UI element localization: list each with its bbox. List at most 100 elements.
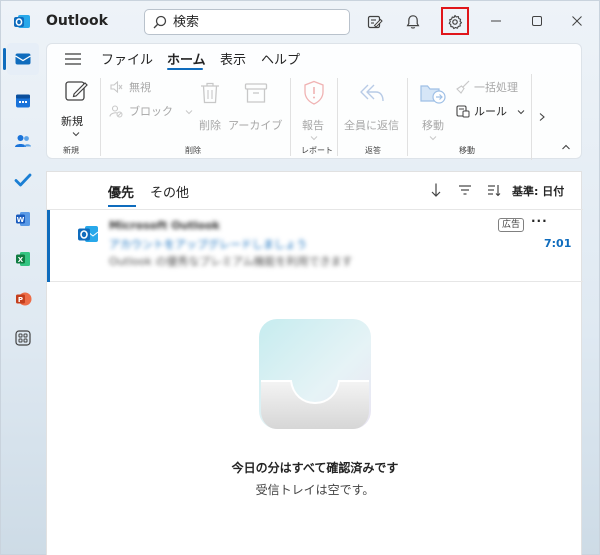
rules-button[interactable]: ルール: [456, 103, 530, 119]
move-button[interactable]: 移動: [413, 79, 453, 145]
message-sender: Microsoft Outlook: [109, 219, 220, 232]
chevron-up-icon: [562, 144, 570, 150]
tab-view[interactable]: 表示: [220, 49, 246, 68]
title-bar: Outlook: [1, 1, 600, 43]
outlook-window: Outlook 検索 W X P ファイル ホーム 表示 ヘルプ 新規 新規 無…: [0, 0, 600, 555]
move-label: 移動: [422, 119, 444, 132]
minimize-icon: [491, 20, 501, 22]
settings-button[interactable]: [443, 10, 467, 34]
reply-all-label: 全員に返信: [344, 119, 399, 132]
move-folder-icon: [420, 85, 446, 104]
rail-item-todo[interactable]: [7, 164, 39, 196]
rail-item-mail[interactable]: [7, 43, 39, 75]
chevron-down-icon: [185, 110, 193, 115]
report-button[interactable]: 報告: [297, 79, 331, 145]
collapse-ribbon-button[interactable]: [559, 140, 573, 154]
new-mail-button[interactable]: 新規: [54, 77, 98, 143]
close-button[interactable]: [567, 11, 587, 31]
rail-item-word[interactable]: W: [7, 203, 39, 235]
sort-by-label[interactable]: 基準: 日付: [512, 183, 564, 199]
empty-inbox-tray-icon: [259, 319, 371, 429]
block-button[interactable]: ブロック: [107, 103, 197, 119]
tab-home[interactable]: ホーム: [167, 49, 206, 68]
minimize-button[interactable]: [486, 11, 506, 31]
ribbon-separator: [100, 78, 101, 156]
excel-icon: X: [16, 252, 30, 266]
gear-icon: [448, 14, 463, 30]
svg-text:X: X: [18, 256, 24, 264]
svg-text:P: P: [18, 296, 23, 304]
todo-check-icon: [14, 173, 32, 187]
arrow-down-icon: [431, 183, 441, 197]
rules-label: ルール: [474, 105, 507, 118]
jump-to-bottom-button[interactable]: [428, 182, 444, 198]
compose-note-button[interactable]: [363, 10, 387, 34]
maximize-button[interactable]: [527, 11, 547, 31]
svg-text:W: W: [17, 216, 25, 224]
group-label-move: 移動: [459, 146, 475, 155]
rail-item-more-apps[interactable]: [7, 322, 39, 354]
delete-button[interactable]: 削除: [197, 79, 223, 132]
rail-item-people[interactable]: [7, 125, 39, 157]
ignore-button[interactable]: 無視: [107, 79, 187, 95]
broom-icon: [456, 80, 470, 94]
group-label-respond: 返答: [365, 146, 381, 155]
group-label-delete: 削除: [185, 146, 201, 155]
rail-item-powerpoint[interactable]: P: [7, 283, 39, 315]
sort-button[interactable]: [486, 182, 502, 198]
report-label: 報告: [302, 119, 324, 132]
sweep-button[interactable]: 一括処理: [456, 79, 530, 95]
reply-all-button[interactable]: 全員に返信: [344, 79, 402, 132]
message-time: 7:01: [544, 237, 572, 250]
message-list-pane: 優先 その他 基準: 日付 Microsoft Outlook アカウントをアッ…: [46, 171, 583, 555]
powerpoint-icon: P: [16, 292, 32, 306]
block-label: ブロック: [129, 105, 173, 118]
active-tab-underline: [167, 68, 203, 70]
notifications-button[interactable]: [401, 10, 425, 34]
new-label: 新規: [61, 115, 83, 128]
rail-item-calendar[interactable]: [7, 85, 39, 117]
tab-other[interactable]: その他: [150, 182, 189, 201]
mail-icon: [15, 53, 31, 65]
ribbon-separator: [290, 78, 291, 156]
ribbon: ファイル ホーム 表示 ヘルプ 新規 新規 無視 ブロック 削除 アーカイブ 削…: [46, 43, 582, 160]
archive-label: アーカイブ: [228, 119, 283, 132]
message-preview: Outlook の優秀なプレミアム機能を利用できます: [109, 255, 353, 268]
chevron-down-icon: [72, 132, 80, 137]
note-edit-icon: [367, 15, 383, 29]
archive-button[interactable]: アーカイブ: [228, 79, 286, 132]
ribbon-overflow-button[interactable]: [531, 74, 551, 160]
tab-file[interactable]: ファイル: [101, 49, 153, 68]
search-box[interactable]: [144, 9, 350, 35]
inbox-tabs: 優先 その他 基準: 日付: [47, 172, 583, 210]
group-label-report: レポート: [301, 146, 333, 155]
ad-badge: 広告: [498, 218, 525, 232]
sort-icon: [488, 185, 501, 197]
compose-icon: [65, 81, 88, 101]
message-list-item[interactable]: Microsoft Outlook アカウントをアップグレードしましょう Out…: [47, 210, 583, 282]
group-label-new: 新規: [63, 146, 79, 155]
app-rail: W X P: [1, 43, 45, 555]
ribbon-separator: [407, 78, 408, 156]
filter-button[interactable]: [457, 182, 473, 198]
archive-box-icon: [244, 83, 268, 103]
focused-tab-underline: [108, 205, 136, 207]
empty-state-subtitle: 受信トレイは空です。: [255, 483, 375, 497]
word-icon: W: [16, 212, 30, 226]
tab-help[interactable]: ヘルプ: [261, 49, 300, 68]
shield-warning-icon: [304, 80, 324, 105]
message-subject: アカウントをアップグレードしましょう: [109, 238, 307, 251]
message-more-button[interactable]: ···: [531, 214, 548, 228]
search-input[interactable]: [173, 13, 343, 31]
mute-icon: [110, 80, 123, 94]
people-icon: [15, 135, 31, 147]
rail-item-excel[interactable]: X: [7, 243, 39, 275]
tab-focused[interactable]: 優先: [108, 182, 134, 201]
app-title: Outlook: [46, 13, 108, 29]
empty-state-title: 今日の分はすべて確認済みです: [231, 461, 399, 475]
rail-active-indicator: [3, 48, 6, 70]
maximize-icon: [532, 16, 542, 26]
chevron-down-icon: [310, 136, 318, 141]
ignore-label: 無視: [129, 81, 151, 94]
hamburger-menu-icon[interactable]: [64, 52, 82, 66]
